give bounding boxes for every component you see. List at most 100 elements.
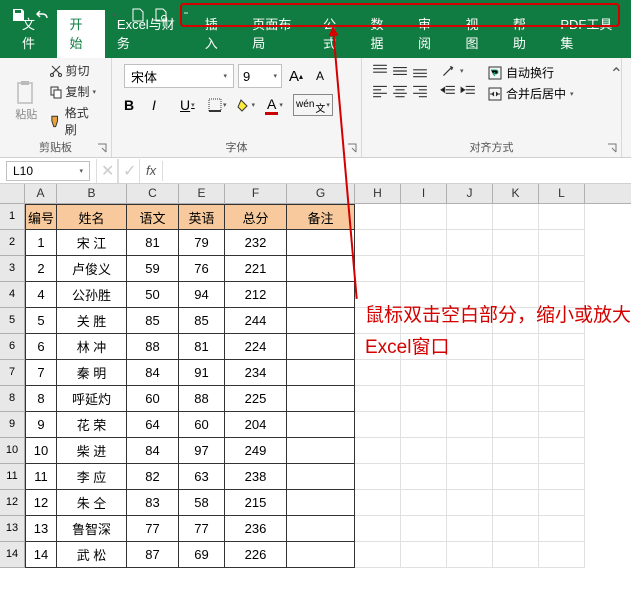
cell-F4[interactable]: 212 (225, 282, 287, 308)
row-header-14[interactable]: 14 (0, 542, 25, 568)
cell-G9[interactable] (287, 412, 355, 438)
cell-F13[interactable]: 236 (225, 516, 287, 542)
cell-G8[interactable] (287, 386, 355, 412)
cell-G12[interactable] (287, 490, 355, 516)
name-box[interactable]: L10▾ (6, 161, 90, 181)
cell-L14[interactable] (539, 542, 585, 568)
cell-K8[interactable] (493, 386, 539, 412)
tab-1[interactable]: 开始 (57, 10, 104, 58)
cell-J12[interactable] (447, 490, 493, 516)
row-header-2[interactable]: 2 (0, 230, 25, 256)
col-header-E[interactable]: E (179, 184, 225, 203)
cell-C1[interactable]: 语文 (127, 204, 179, 230)
cell-G10[interactable] (287, 438, 355, 464)
cell-G7[interactable] (287, 360, 355, 386)
cell-F12[interactable]: 215 (225, 490, 287, 516)
cell-I10[interactable] (401, 438, 447, 464)
cell-E5[interactable]: 85 (179, 308, 225, 334)
fill-color-button[interactable]: ▾ (237, 98, 256, 112)
col-header-C[interactable]: C (127, 184, 179, 203)
bold-button[interactable]: B (124, 97, 142, 113)
cell-E6[interactable]: 81 (179, 334, 225, 360)
col-header-L[interactable]: L (539, 184, 585, 203)
font-color-button[interactable]: A▾ (265, 96, 283, 115)
cell-C7[interactable]: 84 (127, 360, 179, 386)
cell-F14[interactable]: 226 (225, 542, 287, 568)
cell-A9[interactable]: 9 (25, 412, 57, 438)
cell-B12[interactable]: 朱 仝 (57, 490, 127, 516)
cell-C14[interactable]: 87 (127, 542, 179, 568)
cell-G2[interactable] (287, 230, 355, 256)
cell-L10[interactable] (539, 438, 585, 464)
formula-input[interactable] (162, 161, 631, 181)
collapse-ribbon-button[interactable]: ⌃ (610, 64, 623, 84)
cell-I14[interactable] (401, 542, 447, 568)
cell-K13[interactable] (493, 516, 539, 542)
cell-E9[interactable]: 60 (179, 412, 225, 438)
row-header-12[interactable]: 12 (0, 490, 25, 516)
cell-B6[interactable]: 林 冲 (57, 334, 127, 360)
cell-B4[interactable]: 公孙胜 (57, 282, 127, 308)
format-painter-button[interactable]: 格式刷 (47, 103, 102, 139)
clipboard-launcher-icon[interactable] (97, 143, 107, 153)
cell-A13[interactable]: 13 (25, 516, 57, 542)
font-launcher-icon[interactable] (347, 143, 357, 153)
cell-E2[interactable]: 79 (179, 230, 225, 256)
cell-G4[interactable] (287, 282, 355, 308)
cell-E10[interactable]: 97 (179, 438, 225, 464)
cell-E12[interactable]: 58 (179, 490, 225, 516)
row-header-1[interactable]: 1 (0, 204, 25, 230)
cell-H3[interactable] (355, 256, 401, 282)
cell-A2[interactable]: 1 (25, 230, 57, 256)
cell-H1[interactable] (355, 204, 401, 230)
phonetic-button[interactable]: wén文▾ (293, 94, 333, 116)
cell-A12[interactable]: 12 (25, 490, 57, 516)
cell-G6[interactable] (287, 334, 355, 360)
cell-A14[interactable]: 14 (25, 542, 57, 568)
underline-button[interactable]: U▾ (180, 97, 198, 113)
cell-J13[interactable] (447, 516, 493, 542)
align-top-button[interactable] (372, 64, 388, 78)
cell-B3[interactable]: 卢俊义 (57, 256, 127, 282)
cell-F5[interactable]: 244 (225, 308, 287, 334)
col-header-K[interactable]: K (493, 184, 539, 203)
cell-I12[interactable] (401, 490, 447, 516)
row-header-7[interactable]: 7 (0, 360, 25, 386)
row-header-11[interactable]: 11 (0, 464, 25, 490)
cell-K10[interactable] (493, 438, 539, 464)
paste-button[interactable]: 粘贴 (10, 64, 43, 136)
cell-G5[interactable] (287, 308, 355, 334)
font-name-select[interactable]: 宋体▾ (124, 64, 234, 88)
cell-J9[interactable] (447, 412, 493, 438)
cell-L11[interactable] (539, 464, 585, 490)
cell-H10[interactable] (355, 438, 401, 464)
row-header-13[interactable]: 13 (0, 516, 25, 542)
cell-J11[interactable] (447, 464, 493, 490)
col-header-I[interactable]: I (401, 184, 447, 203)
cell-J2[interactable] (447, 230, 493, 256)
align-launcher-icon[interactable] (607, 143, 617, 153)
cell-K9[interactable] (493, 412, 539, 438)
select-all-button[interactable] (0, 184, 25, 203)
cell-C5[interactable]: 85 (127, 308, 179, 334)
cell-B7[interactable]: 秦 明 (57, 360, 127, 386)
row-header-9[interactable]: 9 (0, 412, 25, 438)
cell-E14[interactable]: 69 (179, 542, 225, 568)
accept-formula-icon[interactable]: ✓ (118, 159, 140, 183)
col-header-J[interactable]: J (447, 184, 493, 203)
merge-center-button[interactable]: 合并后居中▾ (488, 85, 574, 102)
cell-A6[interactable]: 6 (25, 334, 57, 360)
cell-I2[interactable] (401, 230, 447, 256)
cell-H9[interactable] (355, 412, 401, 438)
cell-F2[interactable]: 232 (225, 230, 287, 256)
cell-K3[interactable] (493, 256, 539, 282)
row-header-6[interactable]: 6 (0, 334, 25, 360)
cell-E13[interactable]: 77 (179, 516, 225, 542)
cell-C3[interactable]: 59 (127, 256, 179, 282)
cell-K11[interactable] (493, 464, 539, 490)
cell-G14[interactable] (287, 542, 355, 568)
cell-A5[interactable]: 5 (25, 308, 57, 334)
cell-L3[interactable] (539, 256, 585, 282)
col-header-H[interactable]: H (355, 184, 401, 203)
cell-G3[interactable] (287, 256, 355, 282)
